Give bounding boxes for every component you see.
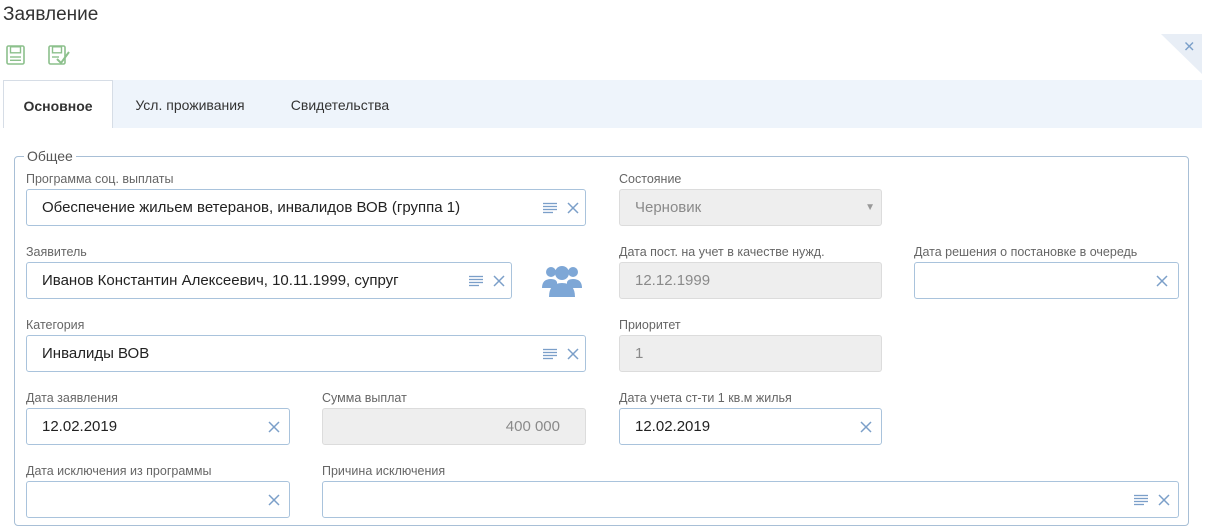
exclusion-date-label: Дата исключения из программы (26, 464, 212, 478)
payment-sum-field[interactable]: 400 000 (322, 408, 586, 445)
applicant-value: Иванов Константин Алексеевич, 10.11.1999… (42, 272, 399, 289)
sqm-cost-date-value: 12.02.2019 (635, 418, 711, 435)
save-and-check-icon[interactable] (47, 44, 70, 66)
category-value: Инвалиды ВОВ (42, 345, 150, 362)
application-date-label: Дата заявления (26, 391, 118, 405)
exclusion-date-field[interactable] (26, 481, 290, 518)
page-title: Заявление (3, 4, 99, 25)
priority-label: Приоритет (619, 318, 681, 332)
list-icon[interactable] (541, 336, 559, 371)
applicant-field[interactable]: Иванов Константин Алексеевич, 10.11.1999… (26, 262, 512, 299)
queue-decision-date-field[interactable] (914, 262, 1179, 299)
reg-date-field[interactable]: 12.12.1999 (619, 262, 882, 299)
clear-icon[interactable] (265, 409, 283, 444)
application-date-field[interactable]: 12.02.2019 (26, 408, 290, 445)
tab-certificates[interactable]: Свидетельства (279, 80, 401, 128)
application-date-value: 12.02.2019 (42, 418, 118, 435)
clear-icon[interactable] (1153, 263, 1171, 298)
state-value: Черновик (635, 199, 702, 216)
program-value: Обеспечение жильем ветеранов, инвалидов … (42, 199, 461, 216)
priority-value: 1 (635, 345, 644, 362)
clear-icon[interactable] (857, 409, 875, 444)
sqm-cost-date-label: Дата учета ст-ти 1 кв.м жилья (619, 391, 792, 405)
state-select[interactable]: Черновик ▼ (619, 189, 882, 226)
clear-icon[interactable] (564, 336, 582, 371)
clear-icon[interactable] (564, 190, 582, 225)
reg-date-label: Дата пост. на учет в качестве нужд. (619, 245, 825, 259)
dropdown-caret-icon: ▼ (865, 202, 875, 213)
program-field[interactable]: Обеспечение жильем ветеранов, инвалидов … (26, 189, 586, 226)
category-field[interactable]: Инвалиды ВОВ (26, 335, 586, 372)
state-label: Состояние (619, 172, 682, 186)
clear-icon[interactable] (1155, 482, 1173, 517)
applicant-label: Заявитель (26, 245, 87, 259)
save-icon[interactable] (5, 44, 27, 66)
priority-field[interactable]: 1 (619, 335, 882, 372)
fieldset-legend: Общее (24, 148, 76, 164)
tab-general[interactable]: Основное (3, 80, 113, 128)
payment-sum-label: Сумма выплат (322, 391, 407, 405)
close-panel-corner[interactable] (1161, 34, 1202, 74)
exclusion-reason-field[interactable] (322, 481, 1179, 518)
program-label: Программа соц. выплаты (26, 172, 174, 186)
list-icon[interactable] (541, 190, 559, 225)
reg-date-value: 12.12.1999 (635, 272, 711, 289)
list-icon[interactable] (1132, 482, 1150, 517)
family-members-icon[interactable] (542, 261, 582, 299)
sqm-cost-date-field[interactable]: 12.02.2019 (619, 408, 882, 445)
clear-icon[interactable] (490, 263, 508, 298)
queue-decision-date-label: Дата решения о постановке в очередь (914, 245, 1138, 259)
exclusion-reason-label: Причина исключения (322, 464, 446, 478)
category-label: Категория (26, 318, 85, 332)
clear-icon[interactable] (265, 482, 283, 517)
payment-sum-value: 400 000 (505, 418, 560, 435)
list-icon[interactable] (467, 263, 485, 298)
tab-bar: Основное Усл. проживания Свидетельства (3, 80, 1202, 128)
tab-living-conditions[interactable]: Усл. проживания (123, 80, 257, 128)
